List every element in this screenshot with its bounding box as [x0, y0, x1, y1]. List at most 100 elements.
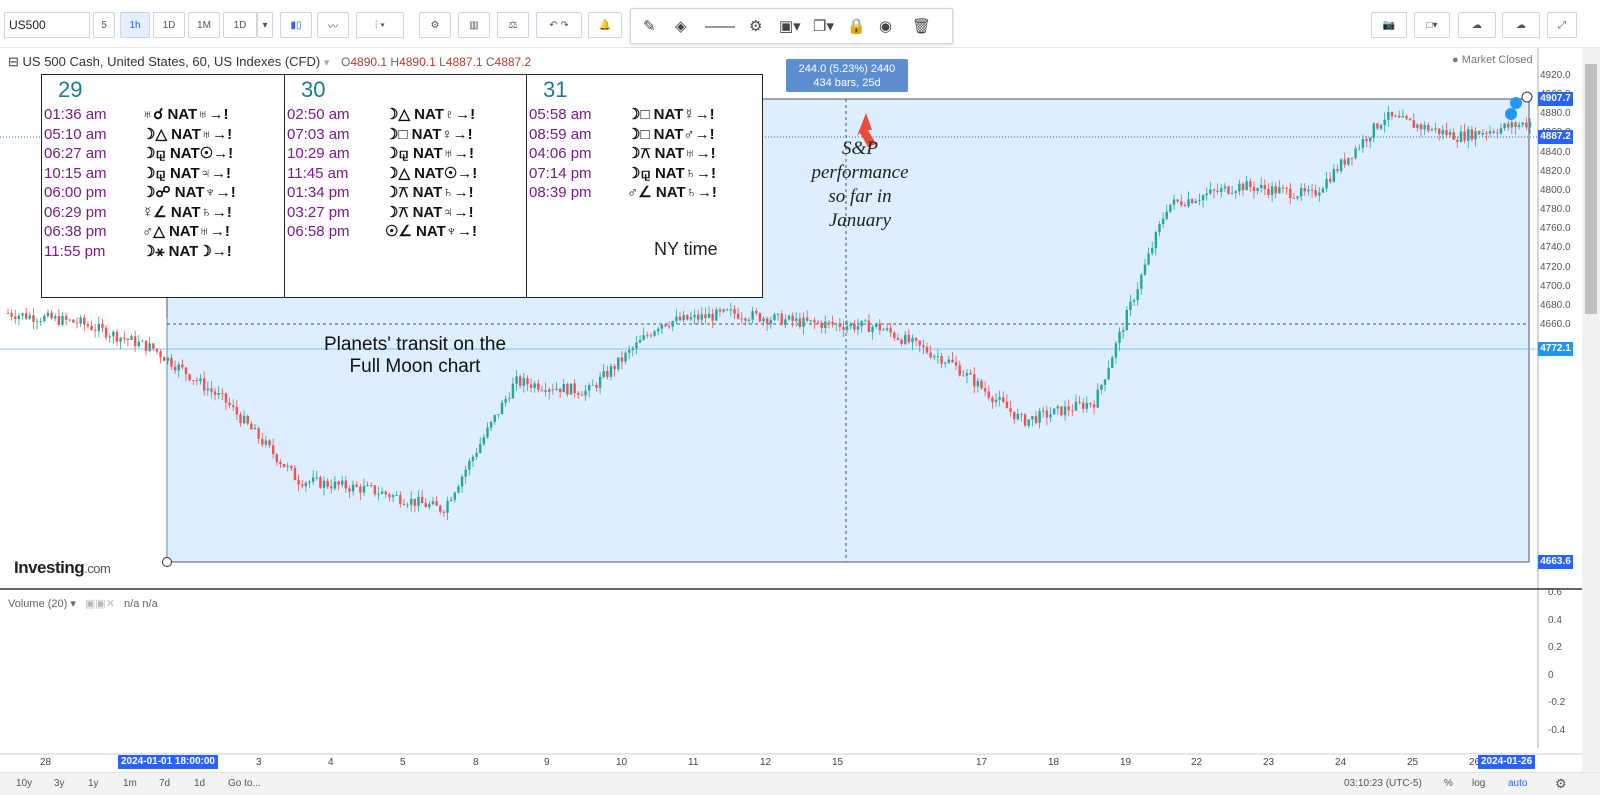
- layers-icon[interactable]: ▣▾: [779, 17, 801, 35]
- candle-body: [1307, 189, 1310, 192]
- settings-icon[interactable]: ⚙: [749, 17, 762, 35]
- settings-icon[interactable]: ⚙: [1555, 776, 1567, 792]
- candle-body: [776, 313, 780, 315]
- indicators-icon[interactable]: 〰: [317, 12, 349, 38]
- range-1m[interactable]: 1m: [123, 778, 137, 789]
- layout-icon[interactable]: □▾: [1414, 12, 1450, 38]
- volume-controls-icon[interactable]: ▣▣✕: [85, 598, 115, 610]
- cloud-download-icon[interactable]: ☁: [1458, 12, 1496, 38]
- candle-body: [1412, 120, 1415, 128]
- candle-body: [10, 313, 13, 317]
- instrument-title[interactable]: US 500 Cash, United States, 60, US Index…: [23, 54, 321, 69]
- volume-title[interactable]: Volume (20): [8, 598, 67, 610]
- range-handle-start: [162, 557, 172, 567]
- candle-body: [646, 335, 649, 337]
- templates-icon[interactable]: ▥: [458, 12, 490, 38]
- candle-body: [1176, 199, 1179, 202]
- interval-5[interactable]: 5: [93, 12, 115, 38]
- scale-icon[interactable]: ⚖: [497, 12, 529, 38]
- range-10y[interactable]: 10y: [16, 778, 32, 789]
- fullscreen-icon[interactable]: ⤢: [1547, 12, 1577, 38]
- candle-body: [533, 383, 536, 388]
- chevron-down-icon[interactable]: ▾: [257, 12, 273, 38]
- interval-select[interactable]: 1D: [223, 12, 257, 38]
- price-tick: 4780.0: [1540, 204, 1571, 216]
- candle-body: [1085, 403, 1089, 409]
- time-tick: 23: [1263, 757, 1275, 768]
- candle-body: [410, 498, 413, 505]
- compare-icon[interactable]: ⫶ ▾: [356, 12, 404, 38]
- astro-col-30: 30 02:50 am ☽△ NAT♇→! 07:03 am ☽□ NAT♀→! 10:…: [285, 75, 527, 297]
- candle-body: [315, 477, 318, 479]
- cloud-upload-icon[interactable]: ☁: [1502, 12, 1540, 38]
- interval-1d[interactable]: 1D: [153, 12, 185, 38]
- goto-button[interactable]: Go to...: [228, 778, 261, 789]
- candle-body: [14, 316, 17, 320]
- candle-body: [468, 460, 471, 470]
- line-style-icon[interactable]: [705, 26, 735, 28]
- candle-body: [1238, 183, 1241, 192]
- candle-body: [758, 313, 762, 322]
- candle-body: [1125, 310, 1128, 331]
- candle-body: [1038, 410, 1041, 423]
- candle-body: [431, 501, 435, 505]
- pencil-icon[interactable]: ✎: [643, 17, 656, 35]
- ohlc-l-label: L: [439, 55, 446, 69]
- candle-body: [635, 342, 638, 349]
- range-7d[interactable]: 7d: [159, 778, 170, 789]
- lock-icon[interactable]: 🔒: [847, 17, 866, 35]
- pin-marker-1: [1510, 97, 1522, 109]
- scrollbar-thumb[interactable]: [1585, 64, 1597, 314]
- log-toggle[interactable]: log: [1472, 778, 1485, 789]
- astro-row: 06:29 pm ☿∠ NAT♄→!: [44, 203, 232, 221]
- camera-icon[interactable]: 📷: [1371, 12, 1407, 38]
- candle-body: [740, 318, 743, 320]
- legend-chevron-icon[interactable]: ▾: [324, 57, 330, 69]
- candle-body: [573, 383, 576, 394]
- range-3y[interactable]: 3y: [54, 778, 65, 789]
- candle-body: [173, 366, 177, 371]
- clone-icon[interactable]: ❐▾: [813, 17, 834, 35]
- collapse-icon[interactable]: ⊟: [8, 54, 19, 69]
- time-tick: 10: [616, 757, 628, 768]
- candle-body: [1459, 131, 1463, 142]
- candle-body: [413, 498, 417, 506]
- candle-body: [1358, 147, 1361, 149]
- interval-1h[interactable]: 1h: [120, 12, 150, 38]
- candle-body: [290, 466, 293, 469]
- scrollbar[interactable]: [1582, 48, 1600, 772]
- eye-icon[interactable]: ◉: [879, 17, 892, 35]
- candle-body: [1151, 248, 1154, 254]
- measure-tooltip: 244.0 (5.23%) 2440 434 bars, 25d: [786, 59, 908, 92]
- trash-icon[interactable]: 🗑: [912, 17, 931, 35]
- alert-icon[interactable]: 🔔: [588, 12, 622, 38]
- auto-toggle[interactable]: auto: [1508, 778, 1527, 789]
- candles-icon[interactable]: ▮▯: [280, 12, 312, 38]
- time-tick: 24: [1335, 757, 1347, 768]
- price-tick: 4700.0: [1540, 280, 1571, 292]
- range-1y[interactable]: 1y: [88, 778, 99, 789]
- fill-icon[interactable]: ◈: [675, 17, 687, 35]
- candle-body: [1052, 408, 1056, 415]
- undo-redo-icon[interactable]: ↶ ↷: [536, 12, 582, 38]
- time-tick: 9: [544, 757, 550, 768]
- gear-icon[interactable]: ⚙: [419, 12, 451, 38]
- candle-body: [475, 452, 478, 457]
- candle-body: [1172, 199, 1176, 205]
- range-1d[interactable]: 1d: [194, 778, 205, 789]
- candle-body: [667, 326, 671, 327]
- candle-body: [1136, 288, 1139, 301]
- candle-body: [595, 384, 598, 388]
- candle-body: [250, 423, 253, 430]
- symbol-input[interactable]: US500: [4, 12, 90, 38]
- percent-toggle[interactable]: %: [1444, 778, 1453, 789]
- candle-body: [1194, 201, 1198, 204]
- candle-body: [1256, 188, 1259, 191]
- candle-body: [1002, 397, 1005, 402]
- astro-time: 03:27 pm: [287, 203, 350, 221]
- candle-body: [384, 491, 387, 495]
- interval-1m[interactable]: 1M: [188, 12, 220, 38]
- candle-body: [482, 437, 486, 445]
- candle-body: [286, 466, 289, 467]
- candle-body: [210, 388, 213, 392]
